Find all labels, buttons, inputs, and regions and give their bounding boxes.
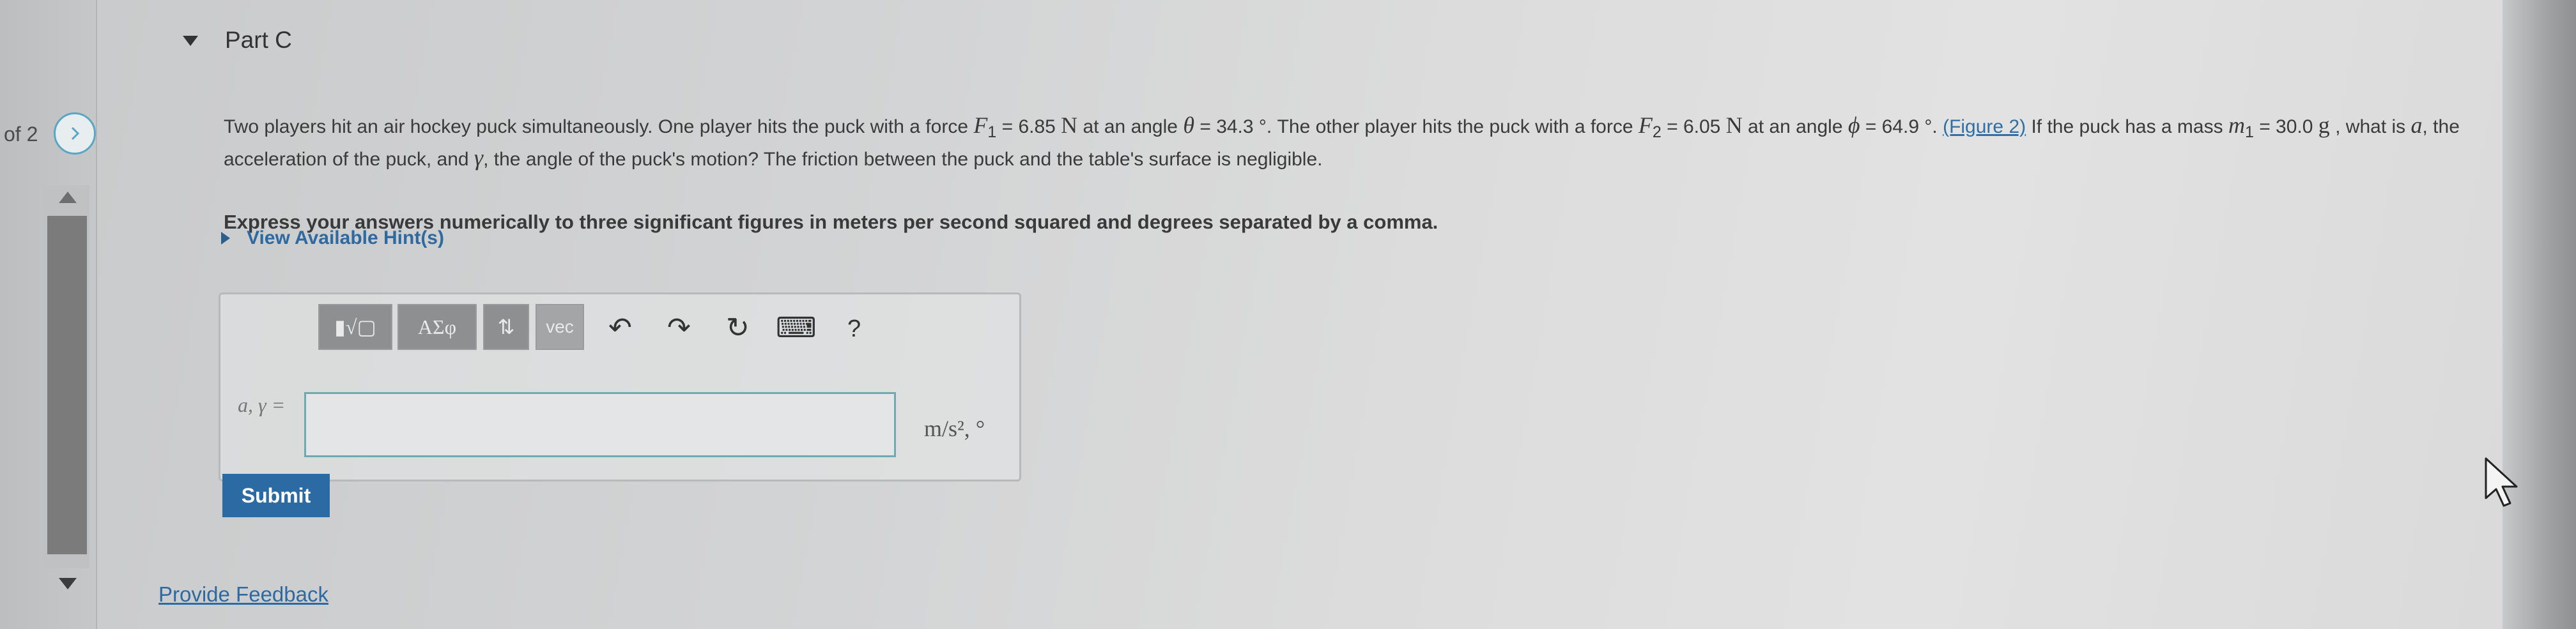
- provide-feedback-link[interactable]: Provide Feedback: [158, 582, 328, 607]
- scroll-down-arrow-icon[interactable]: [59, 578, 77, 589]
- right-edge-border: [2503, 0, 2576, 629]
- answer-units: m/s², °: [924, 416, 985, 441]
- submit-button[interactable]: Submit: [222, 474, 330, 517]
- view-hints-link[interactable]: View Available Hint(s): [247, 227, 444, 249]
- question-text: Two players hit an air hockey puck simul…: [224, 112, 2460, 171]
- mouse-pointer-icon: [2485, 457, 2518, 507]
- undo-icon[interactable]: ↶: [608, 312, 632, 344]
- reset-icon[interactable]: ↻: [726, 312, 750, 344]
- answer-label: a, γ =: [238, 393, 286, 416]
- keyboard-icon[interactable]: ⌨: [776, 312, 817, 344]
- scrollbar-thumb[interactable]: [47, 216, 87, 554]
- vector-button[interactable]: vec: [536, 304, 584, 350]
- page-indicator: of 2: [4, 123, 38, 146]
- figure-link[interactable]: (Figure 2): [1943, 116, 2026, 137]
- expand-triangle-icon: [221, 232, 230, 245]
- next-part-button[interactable]: [54, 112, 96, 155]
- templates-button[interactable]: ▮√▢: [318, 304, 392, 350]
- chevron-right-icon: [71, 126, 80, 140]
- answer-input[interactable]: [304, 392, 896, 457]
- help-button[interactable]: ?: [847, 315, 861, 343]
- scroll-up-arrow-icon[interactable]: [59, 192, 77, 203]
- collapse-caret-icon[interactable]: [183, 36, 198, 46]
- arrows-button[interactable]: ⇅: [483, 304, 529, 350]
- redo-icon[interactable]: ↷: [667, 312, 691, 344]
- part-title: Part C: [225, 27, 292, 53]
- view-hints-toggle[interactable]: View Available Hint(s): [221, 227, 444, 249]
- greek-symbols-button[interactable]: ΑΣφ: [397, 304, 477, 350]
